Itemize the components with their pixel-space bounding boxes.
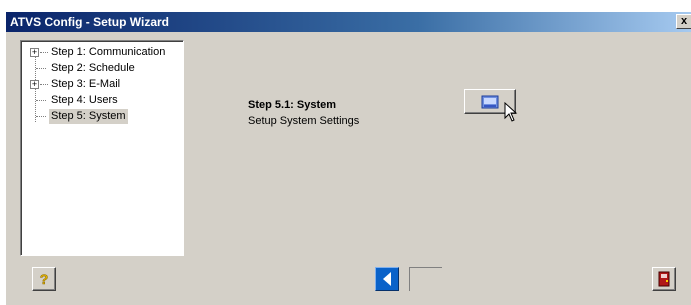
tree-item-label: Step 3: E-Mail: [51, 78, 121, 90]
tree-connector-line: [40, 84, 48, 85]
expand-icon[interactable]: +: [30, 80, 39, 89]
exit-door-icon: [658, 271, 670, 287]
help-button[interactable]: ?: [32, 267, 56, 291]
step-description: Setup System Settings: [248, 115, 360, 127]
tree-item-label: Step 1: Communication: [51, 46, 166, 58]
tree-connector-line: [36, 68, 46, 69]
tree-item-label: Step 4: Users: [51, 94, 118, 106]
close-icon: x: [680, 15, 688, 27]
tree-item-label: Step 2: Schedule: [51, 62, 135, 74]
next-button-disabled: [409, 267, 442, 291]
tree-item-label: Step 5: System: [49, 109, 128, 124]
title-bar: ATVS Config - Setup Wizard x: [6, 12, 691, 32]
steps-tree: + Step 1: Communication Step 2: Schedule…: [20, 40, 184, 256]
tree-connector-line: [36, 100, 46, 101]
settings-window-icon: [481, 95, 499, 108]
question-mark-icon: ?: [39, 271, 49, 287]
svg-text:?: ?: [40, 271, 49, 287]
back-arrow-icon: [383, 272, 391, 286]
mouse-pointer-icon: [504, 101, 518, 125]
close-button[interactable]: x: [676, 14, 691, 29]
tree-connector-line: [40, 52, 48, 53]
expand-icon[interactable]: +: [30, 48, 39, 57]
back-button[interactable]: [375, 267, 399, 291]
setup-wizard-window: ATVS Config - Setup Wizard x + Step 1: C…: [5, 11, 691, 305]
window-title: ATVS Config - Setup Wizard: [10, 15, 169, 29]
step-title: Step 5.1: System: [248, 99, 337, 111]
tree-connector-line: [36, 116, 46, 117]
exit-button[interactable]: [652, 267, 676, 291]
